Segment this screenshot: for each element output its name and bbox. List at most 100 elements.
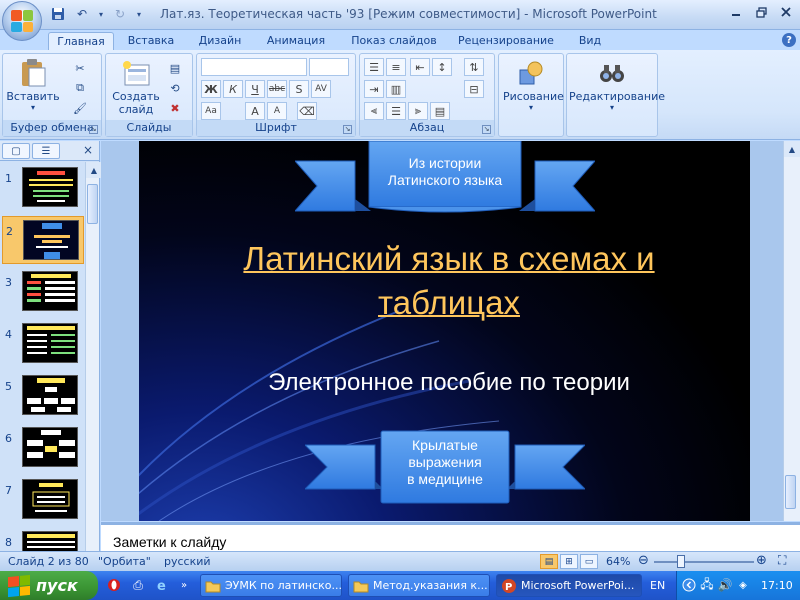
tab-slide-show[interactable]: Показ слайдов bbox=[346, 32, 442, 50]
zoom-slider-knob[interactable] bbox=[677, 555, 685, 568]
shrink-font-button[interactable]: A bbox=[267, 102, 287, 120]
slides-tab-icon[interactable]: ▢ bbox=[2, 143, 30, 159]
outline-tab-icon[interactable]: ☰ bbox=[32, 143, 60, 159]
zoom-in-icon[interactable]: ⊕ bbox=[756, 553, 767, 568]
clipboard-launcher-icon[interactable]: ↘ bbox=[89, 125, 98, 134]
slide-thumbnail-2[interactable]: 2 bbox=[2, 216, 84, 264]
restore-button[interactable] bbox=[749, 2, 773, 22]
language-bar[interactable]: EN bbox=[650, 579, 665, 592]
decrease-indent-icon[interactable]: ⇤ bbox=[410, 58, 430, 76]
task-button-2[interactable]: Метод.указания к... bbox=[348, 574, 490, 597]
tab-insert[interactable]: Вставка bbox=[122, 32, 180, 50]
minimize-button[interactable] bbox=[724, 2, 748, 22]
tab-design[interactable]: Дизайн bbox=[192, 32, 248, 50]
bottom-banner-text[interactable]: Крылатые выражения в медицине bbox=[381, 437, 509, 488]
opera-icon[interactable] bbox=[106, 577, 122, 593]
delete-slide-icon[interactable]: ✖ bbox=[166, 100, 184, 116]
numbering-icon[interactable]: ≡ bbox=[386, 58, 406, 76]
slide-canvas[interactable]: Из истории Латинского языка Латинский яз… bbox=[139, 141, 750, 521]
quicklaunch-more-icon[interactable]: » bbox=[176, 577, 192, 593]
align-left-icon[interactable]: ⫷ bbox=[364, 102, 384, 120]
editing-button[interactable]: Редактирование ▾ bbox=[569, 58, 665, 112]
redo-icon[interactable]: ↻ bbox=[110, 5, 130, 23]
align-text-icon[interactable]: ⊟ bbox=[464, 80, 484, 98]
help-icon[interactable]: ? bbox=[782, 33, 796, 47]
slide-thumbnail-5[interactable]: 5 bbox=[2, 372, 84, 420]
scroll-thumb[interactable] bbox=[785, 475, 796, 509]
pane-close-icon[interactable]: × bbox=[83, 143, 93, 157]
print-icon[interactable]: ⎙ bbox=[130, 577, 146, 593]
zoom-slider[interactable] bbox=[654, 561, 754, 563]
paragraph-launcher-icon[interactable]: ↘ bbox=[482, 125, 491, 134]
volume-icon[interactable]: 🔊 bbox=[717, 577, 733, 593]
tab-home[interactable]: Главная bbox=[48, 32, 114, 50]
normal-view-button[interactable]: ▤ bbox=[540, 554, 558, 569]
undo-icon[interactable]: ↶ bbox=[72, 5, 92, 23]
close-button[interactable] bbox=[774, 2, 798, 22]
change-case-button[interactable]: Aa bbox=[201, 102, 221, 120]
copy-icon[interactable]: ⧉ bbox=[71, 80, 89, 96]
network-icon[interactable]: 🖧 bbox=[699, 577, 715, 593]
paste-button[interactable]: Вставить ▾ bbox=[5, 58, 61, 112]
align-center-icon[interactable]: ☰ bbox=[386, 102, 406, 120]
slide-thumbnail-3[interactable]: 3 bbox=[2, 268, 84, 316]
line-spacing-icon[interactable]: ↕ bbox=[432, 58, 452, 76]
tab-review[interactable]: Рецензирование bbox=[454, 32, 558, 50]
text-direction-icon[interactable]: ⇅ bbox=[464, 58, 484, 76]
font-name-combo[interactable] bbox=[201, 58, 307, 76]
grow-font-button[interactable]: A bbox=[245, 102, 265, 120]
tray-arrow-icon[interactable] bbox=[681, 577, 697, 593]
task-button-3[interactable]: P Microsoft PowerPoi... bbox=[496, 574, 642, 597]
scroll-up-icon[interactable]: ▲ bbox=[86, 162, 102, 178]
justify-icon[interactable]: ▤ bbox=[430, 102, 450, 120]
thumbnail-scrollbar[interactable]: ▲ bbox=[85, 162, 102, 551]
ie-icon[interactable]: e bbox=[154, 577, 170, 593]
office-button[interactable] bbox=[2, 1, 42, 41]
new-slide-button[interactable]: Создать слайд bbox=[108, 58, 164, 116]
clock[interactable]: 17:10 bbox=[761, 579, 793, 592]
increase-indent-icon[interactable]: ⇥ bbox=[364, 80, 384, 98]
align-right-icon[interactable]: ⫸ bbox=[408, 102, 428, 120]
zoom-level[interactable]: 64% bbox=[606, 555, 630, 568]
scroll-thumb[interactable] bbox=[87, 184, 98, 224]
bold-button[interactable]: Ж bbox=[201, 80, 221, 98]
customize-qat-icon[interactable]: ▾ bbox=[134, 5, 144, 23]
slide-scrollbar[interactable]: ▲ bbox=[783, 141, 800, 521]
shadow-button[interactable]: S bbox=[289, 80, 309, 98]
font-launcher-icon[interactable]: ↘ bbox=[343, 125, 352, 134]
slide-thumbnail-7[interactable]: 7 bbox=[2, 476, 84, 524]
tray-app-icon[interactable]: ◈ bbox=[735, 577, 751, 593]
cut-icon[interactable]: ✂ bbox=[71, 60, 89, 76]
language-indicator[interactable]: русский bbox=[164, 555, 211, 568]
save-icon[interactable] bbox=[48, 5, 68, 23]
columns-icon[interactable]: ▥ bbox=[386, 80, 406, 98]
start-button[interactable]: пуск bbox=[0, 571, 98, 600]
italic-button[interactable]: К bbox=[223, 80, 243, 98]
undo-dropdown-icon[interactable]: ▾ bbox=[96, 5, 106, 23]
slide-thumbnail-1[interactable]: 1 bbox=[2, 164, 84, 212]
layout-icon[interactable]: ▤ bbox=[166, 60, 184, 76]
slide-title[interactable]: Латинский язык в схемах и таблицах bbox=[179, 237, 719, 325]
task-button-1[interactable]: ЭУМК по латинско... bbox=[200, 574, 342, 597]
top-banner-text[interactable]: Из истории Латинского языка bbox=[369, 155, 521, 189]
strikethrough-button[interactable]: abc bbox=[267, 80, 287, 98]
tab-view[interactable]: Вид bbox=[570, 32, 610, 50]
drawing-button[interactable]: Рисование ▾ bbox=[503, 58, 564, 112]
slide-show-button[interactable]: ▭ bbox=[580, 554, 598, 569]
underline-button[interactable]: Ч bbox=[245, 80, 265, 98]
tab-animation[interactable]: Анимация bbox=[260, 32, 332, 50]
slide-thumbnail-6[interactable]: 6 bbox=[2, 424, 84, 472]
slide-thumbnail-4[interactable]: 4 bbox=[2, 320, 84, 368]
reset-icon[interactable]: ⟲ bbox=[166, 80, 184, 96]
clear-formatting-icon[interactable]: ⌫ bbox=[297, 102, 317, 120]
slide-subtitle[interactable]: Электронное пособие по теории bbox=[179, 369, 719, 397]
scroll-up-icon[interactable]: ▲ bbox=[784, 141, 800, 157]
fit-to-window-icon[interactable]: ⛶ bbox=[778, 553, 786, 568]
font-size-combo[interactable] bbox=[309, 58, 349, 76]
char-spacing-button[interactable]: AV bbox=[311, 80, 331, 98]
zoom-out-icon[interactable]: ⊖ bbox=[638, 553, 649, 568]
notes-pane[interactable]: Заметки к слайду bbox=[101, 522, 800, 551]
format-painter-icon[interactable]: 🖌 bbox=[71, 100, 89, 116]
slide-sorter-button[interactable]: ⊞ bbox=[560, 554, 578, 569]
slide-thumbnail-8[interactable]: 8 bbox=[2, 528, 84, 551]
